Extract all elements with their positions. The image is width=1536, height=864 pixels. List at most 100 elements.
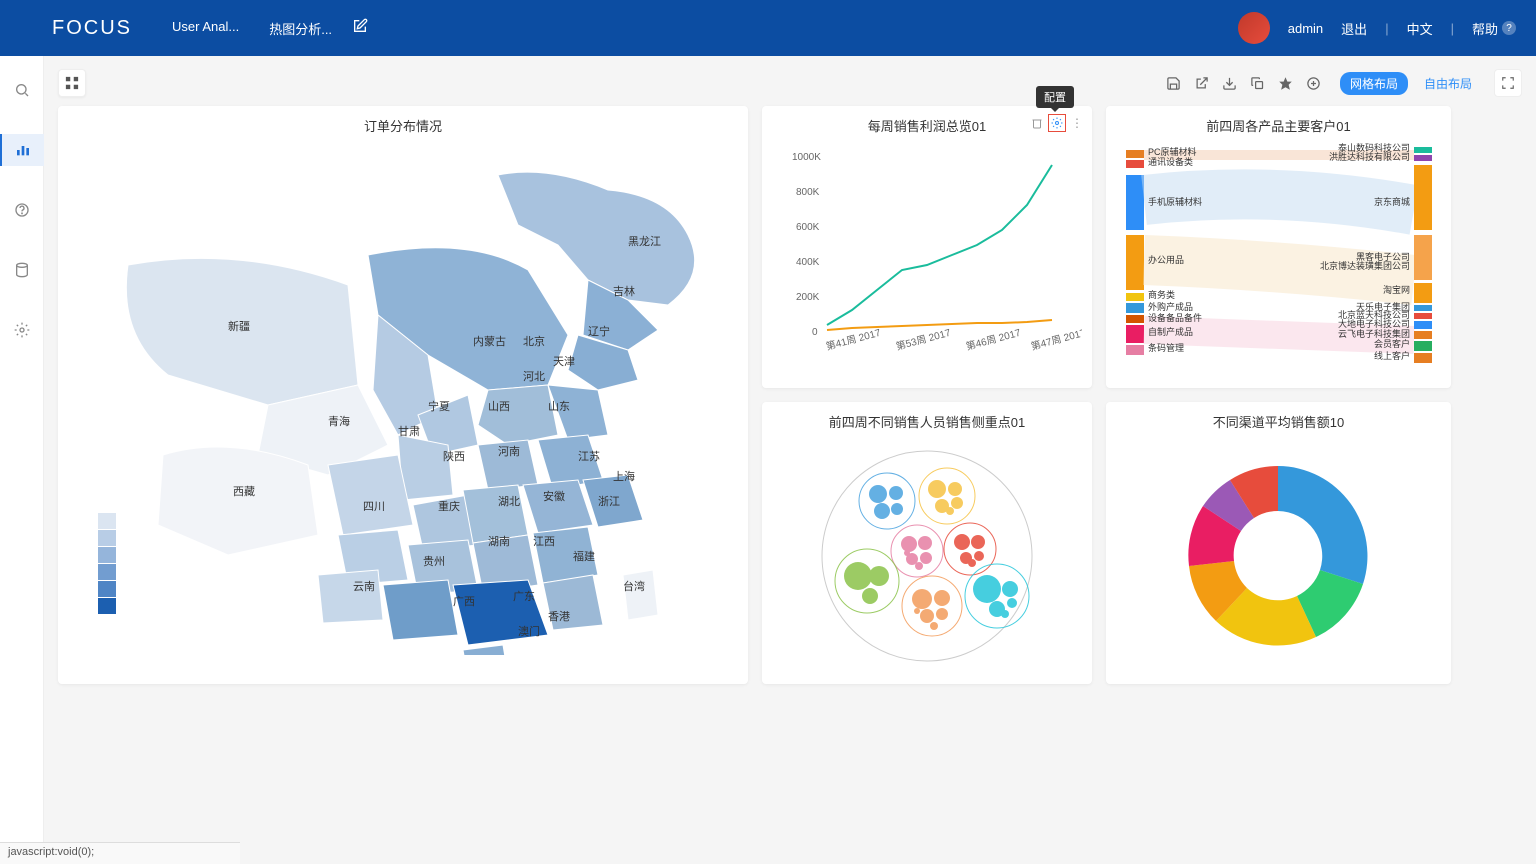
database-icon — [14, 262, 30, 278]
svg-text:1000K: 1000K — [792, 152, 821, 163]
sidebar-dashboard[interactable] — [0, 134, 44, 166]
save-button[interactable] — [1162, 71, 1186, 95]
divider: | — [1451, 21, 1454, 36]
svg-text:洪胜达科技有限公司: 洪胜达科技有限公司 — [1329, 151, 1410, 162]
panel-title: 前四周不同销售人员销售侧重点01 — [772, 412, 1082, 431]
more-action[interactable]: ⋮ — [1068, 114, 1086, 132]
brand-logo: FOCUS — [20, 16, 132, 40]
layout-switcher: 网格布局 自由布局 — [1340, 72, 1482, 95]
divider: | — [1385, 21, 1388, 36]
copy-button[interactable] — [1246, 71, 1270, 95]
export-button[interactable] — [1190, 71, 1214, 95]
sankey-chart[interactable]: PC原辅材料 通讯设备类 手机原辅材料 办公用品 商务类 外购产成品 设备备品备… — [1116, 135, 1441, 375]
panel-bubble: 前四周不同销售人员销售侧重点01 — [762, 402, 1092, 684]
svg-text:线上客户: 线上客户 — [1374, 350, 1410, 361]
username[interactable]: admin — [1288, 21, 1323, 36]
grid-view-toggle[interactable] — [58, 69, 86, 97]
brand-text: FOCUS — [52, 17, 132, 40]
svg-text:会员客户: 会员客户 — [1374, 338, 1410, 349]
svg-text:自制产成品: 自制产成品 — [1148, 326, 1193, 337]
sidebar-settings[interactable] — [0, 314, 44, 346]
svg-text:京东商城: 京东商城 — [1374, 196, 1410, 207]
language-link[interactable]: 中文 — [1407, 19, 1433, 38]
panel-title: 不同渠道平均销售额10 — [1116, 412, 1441, 431]
svg-text:外购产成品: 外购产成品 — [1148, 301, 1193, 312]
plus-circle-icon — [1306, 76, 1321, 91]
header-tabs: User Anal... 热图分析... — [172, 19, 332, 38]
panel-sankey: 前四周各产品主要客户01 — [1106, 106, 1451, 388]
status-bar: javascript:void(0); — [0, 842, 240, 864]
tab-heatmap[interactable]: 热图分析... — [269, 19, 332, 38]
svg-text:商务类: 商务类 — [1148, 289, 1175, 300]
svg-text:设备备品备件: 设备备品备件 — [1148, 312, 1202, 323]
gear-icon — [14, 322, 30, 338]
svg-text:第46周 2017: 第46周 2017 — [964, 326, 1022, 353]
svg-text:手机原辅材料: 手机原辅材料 — [1148, 196, 1202, 207]
fullscreen-icon — [1501, 76, 1515, 90]
dashboard-grid: 订单分布情况 — [58, 106, 1522, 684]
search-icon — [14, 82, 30, 98]
help-link[interactable]: 帮助 ? — [1472, 19, 1516, 38]
trash-icon — [1031, 117, 1043, 129]
logout-link[interactable]: 退出 — [1341, 19, 1367, 38]
svg-text:淘宝网: 淘宝网 — [1383, 284, 1410, 295]
bubble-chart[interactable] — [772, 431, 1082, 671]
edit-icon[interactable] — [352, 18, 368, 39]
svg-text:通讯设备类: 通讯设备类 — [1148, 156, 1193, 167]
download-button[interactable] — [1218, 71, 1242, 95]
sidebar-data[interactable] — [0, 254, 44, 286]
avatar[interactable] — [1238, 12, 1270, 44]
sidebar-search[interactable] — [0, 74, 44, 106]
donut-chart[interactable] — [1116, 431, 1441, 671]
delete-action[interactable] — [1028, 114, 1046, 132]
config-action[interactable] — [1048, 114, 1066, 132]
svg-text:800K: 800K — [796, 187, 820, 198]
panel-map: 订单分布情况 — [58, 106, 748, 684]
svg-text:第47周 2017: 第47周 2017 — [1029, 326, 1082, 353]
save-icon — [1166, 76, 1181, 91]
map-legend — [98, 513, 116, 614]
svg-text:第53周 2017: 第53周 2017 — [894, 326, 952, 353]
header-right: admin 退出 | 中文 | 帮助 ? — [1238, 12, 1516, 44]
toolbar-right: 网格布局 自由布局 — [1162, 69, 1522, 97]
panel-title: 订单分布情况 — [68, 116, 738, 135]
focus-logo-icon — [20, 16, 44, 40]
layout-free-pill[interactable]: 自由布局 — [1414, 72, 1482, 95]
grid-icon — [65, 76, 79, 90]
panel-title: 前四周各产品主要客户01 — [1116, 116, 1441, 135]
china-map[interactable]: 黑龙江 吉林 辽宁 内蒙古 北京 天津 河北 山西 山东 新疆 青海 西藏 甘肃… — [68, 135, 738, 655]
main-content: 网格布局 自由布局 订单分布情况 — [44, 56, 1536, 864]
svg-text:600K: 600K — [796, 222, 820, 233]
svg-text:北京博达装璜集团公司: 北京博达装璜集团公司 — [1320, 260, 1410, 271]
question-icon — [14, 202, 30, 218]
svg-text:PC原辅材料: PC原辅材料 — [1148, 146, 1197, 157]
download-icon — [1222, 76, 1237, 91]
tab-user-analysis[interactable]: User Anal... — [172, 19, 239, 38]
line-chart[interactable]: 1000K 800K 600K 400K 200K 0 第41周 2017 第5… — [772, 135, 1082, 365]
svg-text:办公用品: 办公用品 — [1148, 254, 1184, 265]
favorite-button[interactable] — [1274, 71, 1298, 95]
toolbar: 网格布局 自由布局 — [58, 66, 1522, 100]
app-header: FOCUS User Anal... 热图分析... admin 退出 | 中文… — [0, 0, 1536, 56]
svg-text:0: 0 — [812, 327, 818, 338]
fullscreen-button[interactable] — [1494, 69, 1522, 97]
svg-text:条码管理: 条码管理 — [1148, 342, 1184, 353]
layout-grid-pill[interactable]: 网格布局 — [1340, 72, 1408, 95]
panel-line-chart: 每周销售利润总览01 配置 ⋮ 1000K 800K 600K 400K 200… — [762, 106, 1092, 388]
copy-icon — [1250, 76, 1265, 91]
sidebar — [0, 56, 44, 864]
panel-donut: 不同渠道平均销售额10 — [1106, 402, 1451, 684]
svg-text:400K: 400K — [796, 257, 820, 268]
add-button[interactable] — [1302, 71, 1326, 95]
external-icon — [1194, 76, 1209, 91]
chart-icon — [15, 142, 31, 158]
config-tooltip: 配置 — [1036, 86, 1074, 108]
help-question-icon: ? — [1502, 21, 1516, 35]
gear-icon — [1051, 117, 1063, 129]
panel-actions: 配置 ⋮ — [1028, 114, 1086, 132]
svg-text:云飞电子科技集团: 云飞电子科技集团 — [1338, 328, 1410, 339]
star-icon — [1278, 76, 1293, 91]
sidebar-help[interactable] — [0, 194, 44, 226]
svg-text:200K: 200K — [796, 292, 820, 303]
svg-text:大地电子科技公司: 大地电子科技公司 — [1338, 318, 1410, 329]
